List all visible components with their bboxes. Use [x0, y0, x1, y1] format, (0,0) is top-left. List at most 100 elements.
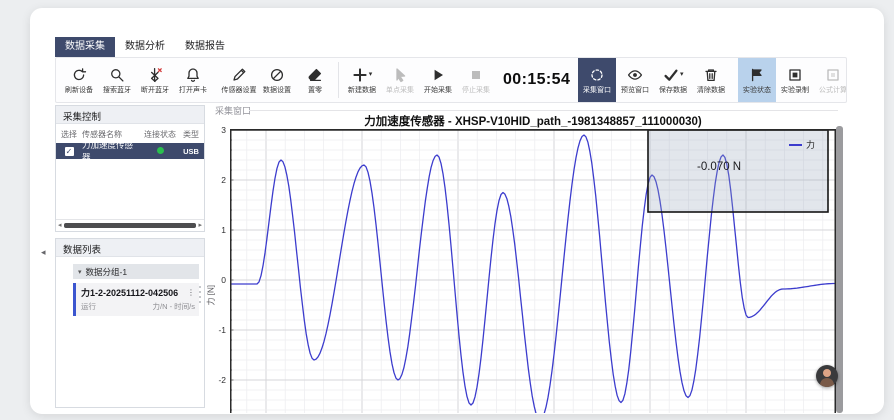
button-label: 单点采集 — [386, 86, 414, 93]
button-label: 打开声卡 — [179, 86, 207, 93]
bt-off-icon — [147, 67, 163, 83]
experiment-record-button[interactable]: 实验录制 — [776, 59, 814, 101]
refresh-devices-button[interactable]: 刷新设备 — [60, 59, 98, 101]
column-header: 类型 — [180, 129, 202, 140]
chart-plot-area[interactable] — [230, 129, 836, 413]
acquisition-control-panel: 采集控制 选择传感器名称连接状态类型 ✓力加速度传感器USB ◂ ▸ — [55, 105, 205, 232]
vertical-scrollbar-thumb[interactable] — [836, 126, 843, 413]
column-header: 选择 — [56, 129, 82, 140]
dashed-circle-icon — [589, 67, 605, 83]
data-list-item[interactable]: 力1-2-20251112-042506 ⋮ 运行 力/N - 时间/s — [73, 283, 199, 316]
button-label: 开始采集 — [424, 86, 452, 93]
plus-icon — [352, 67, 368, 83]
search-icon — [109, 67, 125, 83]
scrollbar-thumb[interactable] — [64, 223, 197, 228]
avatar-body — [820, 378, 834, 387]
button-label: 采集窗口 — [583, 86, 611, 93]
disconnect-bluetooth-button[interactable]: 断开蓝牙 — [136, 59, 174, 101]
button-label: 预览窗口 — [621, 86, 649, 93]
button-label: 传感器设置 — [221, 86, 256, 93]
toolbar: 刷新设备 搜索蓝牙 断开蓝牙 打开声卡 传感器设置数据设置置零 ▾新建数据单点采集 开始采集… — [55, 57, 847, 103]
tab-data-capture[interactable]: 数据采集 — [55, 37, 115, 57]
chart-legend: 力 — [789, 138, 815, 151]
capture-timer: 00:15:54 — [503, 71, 570, 89]
acquisition-panel-title: 采集控制 — [56, 106, 204, 124]
vertical-scrollbar[interactable] — [836, 126, 843, 413]
tab-bar: 数据采集数据分析数据报告 — [55, 37, 235, 57]
button-label: 刷新设备 — [65, 86, 93, 93]
data-group-row[interactable]: ▾ 数据分组-1 — [73, 264, 199, 279]
button-label: 实验状态 — [743, 86, 771, 93]
tab-data-analysis[interactable]: 数据分析 — [115, 37, 175, 57]
pane-caption-rule — [249, 110, 838, 111]
clear-data-button[interactable]: 清除数据 — [692, 59, 730, 101]
panel-splitter-handle[interactable] — [199, 286, 201, 303]
column-header: 连接状态 — [140, 129, 180, 140]
item-menu-icon[interactable]: ⋮ — [187, 288, 195, 297]
stop-capture-button[interactable]: 停止采集 — [457, 59, 495, 101]
group-expanded-icon[interactable]: ▾ — [78, 268, 82, 276]
bell-icon — [185, 67, 201, 83]
button-label: 实验录制 — [781, 86, 809, 93]
button-label: 公式计算 — [819, 86, 847, 93]
y-tick-label: 2 — [210, 175, 226, 185]
y-tick-label: 0 — [210, 275, 226, 285]
sensor-settings-button[interactable]: 传感器设置 — [220, 59, 258, 101]
open-soundcard-button[interactable]: 打开声卡 — [174, 59, 212, 101]
caret-down-icon: ▾ — [369, 71, 373, 78]
set-zero-button[interactable]: 置零 — [296, 59, 334, 101]
button-label: 保存数据 — [659, 86, 687, 93]
legend-line-swatch — [789, 144, 802, 146]
eye-icon — [627, 67, 643, 83]
row-checkbox[interactable]: ✓ — [65, 147, 74, 156]
horizontal-scrollbar[interactable]: ◂ ▸ — [56, 219, 204, 231]
tab-data-report[interactable]: 数据报告 — [175, 37, 235, 57]
formula-square-icon — [825, 67, 841, 83]
sensor-table-row[interactable]: ✓力加速度传感器USB — [56, 143, 204, 159]
group-label: 数据分组-1 — [86, 266, 128, 278]
scroll-left-icon[interactable]: ◂ — [58, 222, 62, 229]
assistant-avatar-button[interactable] — [816, 365, 838, 387]
experiment-status-button[interactable]: 实验状态 — [738, 57, 776, 103]
button-label: 搜索蓝牙 — [103, 86, 131, 93]
y-tick-label: 3 — [210, 125, 226, 135]
check-icon — [663, 67, 679, 83]
toolbar-divider — [338, 62, 339, 98]
button-label: 断开蓝牙 — [141, 86, 169, 93]
save-data-button[interactable]: ▾ 保存数据 — [654, 59, 692, 101]
legend-series-label: 力 — [806, 138, 815, 151]
y-tick-label: -2 — [210, 375, 226, 385]
button-label: 置零 — [308, 86, 322, 93]
button-label: 清除数据 — [697, 86, 725, 93]
eraser-icon — [307, 67, 323, 83]
sensor-type: USB — [180, 147, 202, 156]
sensor-table-empty-area — [56, 159, 204, 219]
start-capture-button[interactable]: 开始采集 — [419, 59, 457, 101]
scroll-right-icon[interactable]: ▸ — [198, 222, 202, 229]
formula-calc-button[interactable]: 公式计算 — [814, 59, 847, 101]
data-settings-button[interactable]: 数据设置 — [258, 59, 296, 101]
caret-down-icon: ▾ — [680, 71, 684, 78]
item-status: 运行 — [81, 301, 96, 312]
connection-status-dot — [157, 147, 164, 154]
app-stage: 数据采集数据分析数据报告 刷新设备 搜索蓝牙 断开蓝牙 打开声卡 传感器设置数据设置置零… — [0, 0, 894, 420]
preview-window-button[interactable]: 预览窗口 — [616, 59, 654, 101]
sidebar-collapse-icon[interactable]: ◂ — [41, 247, 46, 258]
pen-icon — [231, 67, 247, 83]
button-label: 停止采集 — [462, 86, 490, 93]
new-data-button[interactable]: ▾新建数据 — [343, 59, 381, 101]
flag-icon — [749, 67, 765, 83]
record-square-icon — [787, 67, 803, 83]
data-list-body: ▾ 数据分组-1 力1-2-20251112-042506 ⋮ 运行 力/N - 时间/s — [56, 257, 204, 407]
value-annotation: -0.070 N — [697, 161, 741, 173]
item-name: 力1-2-20251112-042506 — [81, 286, 178, 299]
capture-window-button[interactable]: 采集窗口 — [578, 57, 616, 103]
item-axes-label: 力/N - 时间/s — [153, 301, 196, 312]
y-tick-label: -1 — [210, 325, 226, 335]
search-bluetooth-button[interactable]: 搜索蓝牙 — [98, 59, 136, 101]
single-point-capture-button[interactable]: 单点采集 — [381, 59, 419, 101]
trash-icon — [703, 67, 719, 83]
data-list-panel: 数据列表 ▾数据分组-1力1-2-20251112-042506⋮运行力/N -… — [55, 238, 205, 408]
y-tick-label: 1 — [210, 225, 226, 235]
sensor-table-body: ✓力加速度传感器USB — [56, 143, 204, 159]
